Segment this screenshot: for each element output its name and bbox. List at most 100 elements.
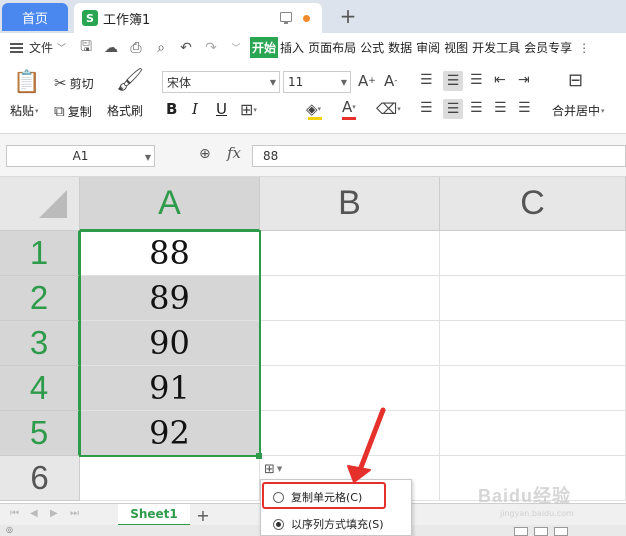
redo-icon[interactable]: ↷ [203, 40, 219, 56]
row-header-2[interactable]: 2 [0, 276, 80, 321]
row-header-3[interactable]: 3 [0, 321, 80, 366]
tab-page-layout[interactable]: 页面布局 [306, 37, 358, 58]
italic-icon[interactable]: I [192, 100, 198, 118]
file-menu[interactable]: 文件 ﹀ [10, 39, 66, 56]
page-layout-view-icon[interactable] [534, 527, 548, 536]
chevron-down-icon[interactable]: ﹀ [228, 41, 244, 54]
justify-icon[interactable]: ☰ [494, 100, 507, 116]
print-preview-icon[interactable]: ⌕ [153, 40, 169, 56]
tab-document[interactable]: S 工作簿1 [74, 3, 322, 33]
monitor-icon[interactable] [280, 12, 292, 24]
row-header-1[interactable]: 1 [0, 231, 80, 276]
align-center-icon[interactable]: ☰ [443, 99, 463, 119]
brush-icon: 🖌 [116, 68, 144, 93]
zoom-icon[interactable]: ⊕ [199, 146, 211, 162]
cell-c4[interactable] [440, 366, 626, 411]
merge-icon[interactable]: ⊟ [568, 70, 583, 91]
font-size-select[interactable]: 11 ▼ [283, 71, 351, 93]
cell-a4[interactable]: 91 [80, 366, 260, 411]
watermark: Baidu经验 [478, 486, 572, 506]
cell-b4[interactable] [260, 366, 440, 411]
cut-button[interactable]: ✂ 剪切 [54, 74, 94, 92]
copy-button[interactable]: ⧉ 复制 [54, 102, 92, 120]
tab-home[interactable]: 首页 [2, 3, 68, 31]
format-painter-button[interactable]: 格式刷 [107, 102, 143, 119]
format-painter-label: 格式刷 [107, 104, 144, 118]
tab-insert[interactable]: 插入 [278, 37, 306, 58]
cell-a5[interactable]: 92 [80, 411, 260, 456]
bold-icon[interactable]: B [166, 100, 177, 118]
fx-icon[interactable]: fx [227, 144, 241, 162]
fill-handle[interactable] [256, 453, 262, 459]
paste-button[interactable]: 📋 [12, 70, 42, 95]
distributed-icon[interactable]: ☰ [518, 100, 531, 116]
cell-a2[interactable]: 89 [80, 276, 260, 321]
page-break-view-icon[interactable] [554, 527, 568, 536]
autofill-options-button[interactable]: ⊞ ▼ [264, 460, 294, 478]
increase-font-icon[interactable]: A + [358, 72, 376, 90]
row-header-4[interactable]: 4 [0, 366, 80, 411]
format-painter-icon-button[interactable]: 🖌 [116, 68, 144, 93]
menu-item-fill-series[interactable]: 以序列方式填充(S) [261, 511, 411, 536]
tab-developer[interactable]: 开发工具 [470, 37, 522, 58]
align-bottom-icon[interactable]: ☰ [470, 72, 483, 88]
border-icon[interactable]: ⊞ ▾ [240, 100, 257, 119]
fill-color-icon[interactable]: ◈ ▾ [306, 100, 321, 118]
sheet-nav-last-icon[interactable]: ⏭ [70, 508, 79, 519]
eraser-icon[interactable]: ⌫ ▾ [376, 100, 401, 118]
cell-b3[interactable] [260, 321, 440, 366]
indent-increase-icon[interactable]: ⇥ [518, 72, 530, 88]
cell-b1[interactable] [260, 231, 440, 276]
sheet-tab-sheet1[interactable]: Sheet1 [118, 504, 190, 526]
cell-b5[interactable] [260, 411, 440, 456]
tab-review[interactable]: 审阅 [414, 37, 442, 58]
column-header-b[interactable]: B [260, 177, 440, 231]
merge-center-button[interactable]: 合并居中 ▾ [552, 102, 605, 119]
normal-view-icon[interactable] [514, 527, 528, 536]
undo-icon[interactable]: ↶ [178, 40, 194, 56]
more-icon[interactable]: ⋮ [578, 41, 590, 55]
cell-a6[interactable] [80, 456, 260, 501]
indent-decrease-icon[interactable]: ⇤ [494, 72, 506, 88]
font-color-icon[interactable]: A ▾ [342, 98, 356, 116]
menu-item-copy-cells[interactable]: 复制单元格(C) [261, 484, 411, 510]
sheet-nav-first-icon[interactable]: ⏮ [10, 508, 19, 519]
tab-data[interactable]: 数据 [386, 37, 414, 58]
name-box[interactable]: A1 ▼ [6, 145, 155, 167]
cloud-icon[interactable]: ☁ [103, 40, 119, 56]
decrease-font-icon[interactable]: A- [384, 72, 398, 90]
tab-start[interactable]: 开始 [250, 37, 279, 58]
column-header-a[interactable]: A [80, 177, 260, 231]
align-left-icon[interactable]: ☰ [420, 100, 433, 116]
radio-copy-cells[interactable] [273, 491, 284, 503]
formula-input[interactable]: 88 [252, 145, 626, 167]
radio-fill-series[interactable] [273, 518, 284, 530]
print-icon[interactable]: ⎙ [128, 40, 144, 56]
new-tab-button[interactable]: + [336, 3, 360, 29]
cell-a3[interactable]: 90 [80, 321, 260, 366]
cell-c2[interactable] [440, 276, 626, 321]
select-all-corner[interactable] [0, 177, 80, 231]
tab-member[interactable]: 会员专享 [522, 37, 574, 58]
save-icon[interactable]: 🖫 [78, 36, 94, 60]
ribbon-toolbar: 📋 粘贴 ▾ ✂ 剪切 ⧉ 复制 🖌 格式刷 宋体 ▼ 11 ▼ A + A- B… [0, 62, 626, 134]
column-header-c[interactable]: C [440, 177, 626, 231]
align-middle-icon[interactable]: ☰ [443, 71, 463, 91]
tab-formulas[interactable]: 公式 [358, 37, 386, 58]
font-name-select[interactable]: 宋体 ▼ [162, 71, 280, 93]
row-header-5[interactable]: 5 [0, 411, 80, 456]
align-top-icon[interactable]: ☰ [420, 72, 433, 88]
cell-b2[interactable] [260, 276, 440, 321]
paste-label-button[interactable]: 粘贴 ▾ [10, 102, 39, 119]
row-header-6[interactable]: 6 [0, 456, 80, 501]
cell-c3[interactable] [440, 321, 626, 366]
sheet-nav-next-icon[interactable]: ▶ [50, 508, 58, 519]
tab-view[interactable]: 视图 [442, 37, 470, 58]
cell-a1[interactable]: 88 [80, 231, 260, 276]
cell-c5[interactable] [440, 411, 626, 456]
align-right-icon[interactable]: ☰ [470, 100, 483, 116]
underline-icon[interactable]: U [216, 100, 227, 118]
cell-c1[interactable] [440, 231, 626, 276]
sheet-nav-prev-icon[interactable]: ◀ [30, 508, 38, 519]
add-sheet-button[interactable]: + [194, 504, 212, 526]
